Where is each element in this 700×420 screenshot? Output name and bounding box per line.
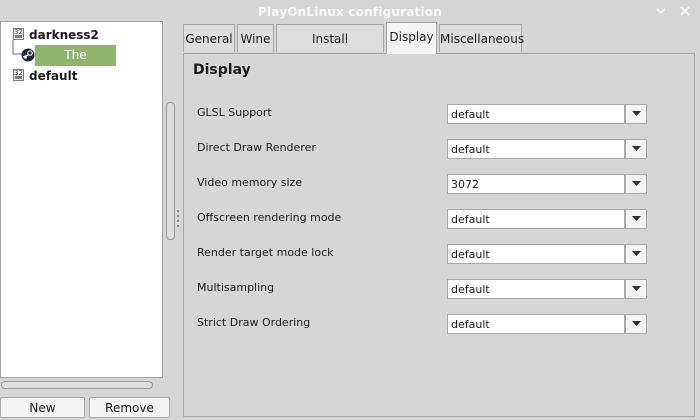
steam-icon bbox=[21, 48, 35, 62]
setting-label: Render target mode lock bbox=[197, 246, 334, 259]
tab-general[interactable]: General bbox=[183, 24, 235, 52]
tree-item-the-darkness-2[interactable]: The Darkness 2 bbox=[35, 45, 116, 83]
video-memory-size-select[interactable]: 3072 bbox=[447, 174, 647, 194]
dropdown-arrow-icon[interactable] bbox=[625, 139, 647, 159]
scrollbar-thumb[interactable] bbox=[166, 102, 175, 240]
setting-label: Offscreen rendering mode bbox=[197, 211, 342, 224]
strict-draw-ordering-select[interactable]: default bbox=[447, 314, 647, 334]
select-value[interactable]: default bbox=[447, 209, 625, 229]
tab-install-components[interactable]: Install components bbox=[276, 24, 384, 74]
tree-vertical-scrollbar[interactable] bbox=[166, 22, 175, 377]
dropdown-arrow-icon[interactable] bbox=[625, 279, 647, 299]
dropdown-arrow-icon[interactable] bbox=[625, 104, 647, 124]
setting-label: Video memory size bbox=[197, 176, 303, 189]
tree-horizontal-scrollbar[interactable] bbox=[1, 381, 153, 389]
setting-label: Direct Draw Renderer bbox=[197, 141, 316, 154]
select-value[interactable]: 3072 bbox=[447, 174, 625, 194]
setting-label: GLSL Support bbox=[197, 106, 272, 119]
chevron-down-icon[interactable] bbox=[653, 3, 669, 19]
tab-display[interactable]: Display bbox=[386, 22, 437, 54]
section-title: Display bbox=[193, 62, 251, 78]
prefix-tree[interactable]: 32 darkness2 The Darkness 2 32 default bbox=[0, 21, 163, 378]
multisampling-select[interactable]: default bbox=[447, 279, 647, 299]
select-value[interactable]: default bbox=[447, 244, 625, 264]
offscreen-rendering-mode-select[interactable]: default bbox=[447, 209, 647, 229]
setting-label: Strict Draw Ordering bbox=[197, 316, 311, 329]
select-value[interactable]: default bbox=[447, 314, 625, 334]
dropdown-arrow-icon[interactable] bbox=[625, 314, 647, 334]
close-icon[interactable] bbox=[677, 3, 693, 19]
arch-badge-icon: 32 bbox=[13, 69, 24, 81]
remove-button[interactable]: Remove bbox=[89, 397, 170, 418]
dropdown-arrow-icon[interactable] bbox=[625, 244, 647, 264]
arch-badge-icon: 32 bbox=[13, 28, 24, 40]
glsl-support-select[interactable]: default bbox=[447, 104, 647, 124]
splitter-grip-icon[interactable] bbox=[177, 210, 180, 234]
direct-draw-renderer-select[interactable]: default bbox=[447, 139, 647, 159]
select-value[interactable]: default bbox=[447, 139, 625, 159]
tree-item-default[interactable]: default bbox=[29, 67, 77, 85]
dropdown-arrow-icon[interactable] bbox=[625, 174, 647, 194]
pane-resize-grip-icon[interactable] bbox=[64, 392, 100, 402]
select-value[interactable]: default bbox=[447, 279, 625, 299]
tree-item-darkness2[interactable]: darkness2 bbox=[29, 26, 99, 44]
dropdown-arrow-icon[interactable] bbox=[625, 209, 647, 229]
select-value[interactable]: default bbox=[447, 104, 625, 124]
tab-miscellaneous[interactable]: Miscellaneous bbox=[439, 24, 524, 52]
window-title: PlayOnLinux configuration bbox=[258, 5, 442, 19]
tab-wine[interactable]: Wine bbox=[237, 24, 274, 52]
render-target-mode-lock-select[interactable]: default bbox=[447, 244, 647, 264]
setting-label: Multisampling bbox=[197, 281, 275, 294]
new-button[interactable]: New bbox=[0, 397, 85, 418]
